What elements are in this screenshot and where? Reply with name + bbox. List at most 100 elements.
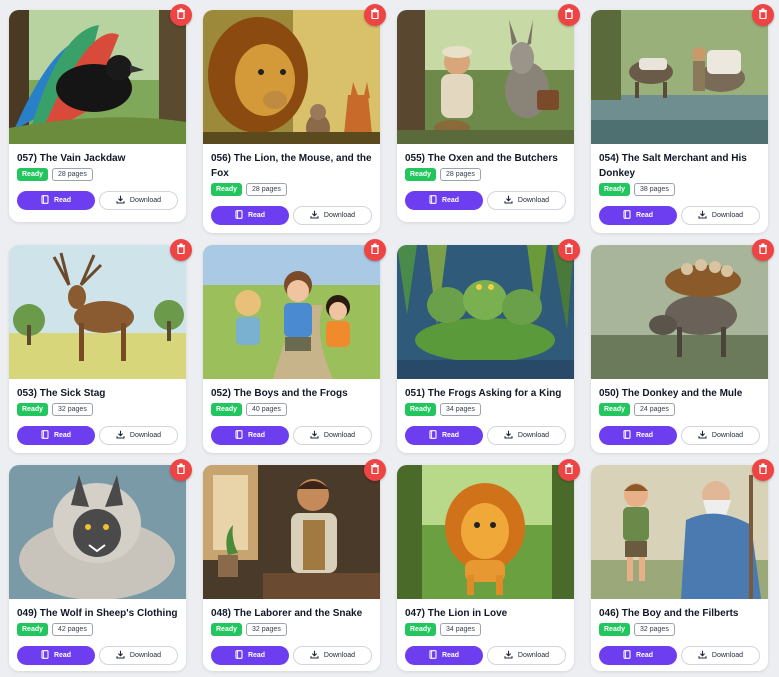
status-badge: Ready <box>405 403 437 416</box>
book-card: 054) The Salt Merchant and His Donkey Re… <box>591 4 774 233</box>
delete-button[interactable] <box>558 4 580 26</box>
read-button[interactable]: Read <box>599 646 677 665</box>
book-cover-image[interactable] <box>203 245 380 379</box>
download-button[interactable]: Download <box>293 646 372 665</box>
delete-button[interactable] <box>170 239 192 261</box>
read-button[interactable]: Read <box>17 646 95 665</box>
read-button[interactable]: Read <box>599 206 677 225</box>
trash-icon <box>176 241 186 259</box>
page-count: 28 pages <box>440 168 481 181</box>
trash-icon <box>370 6 380 24</box>
read-label: Read <box>53 432 72 439</box>
book-cover-image[interactable] <box>397 245 574 379</box>
status-badge: Ready <box>17 623 49 636</box>
page-count: 40 pages <box>246 403 287 416</box>
book-title: 047) The Lion in Love <box>405 608 508 619</box>
status-badge: Ready <box>17 403 49 416</box>
book-cover-image[interactable] <box>9 245 186 379</box>
book-title: 054) The Salt Merchant and His Donkey <box>599 153 747 179</box>
book-icon <box>235 430 243 441</box>
book-cover-image[interactable] <box>9 10 186 144</box>
page-count: 32 pages <box>246 623 287 636</box>
status-badge: Ready <box>211 403 243 416</box>
download-icon <box>116 195 125 206</box>
download-button[interactable]: Download <box>681 426 760 445</box>
book-cover-image[interactable] <box>203 10 380 144</box>
download-button[interactable]: Download <box>487 191 566 210</box>
read-label: Read <box>247 212 266 219</box>
download-button[interactable]: Download <box>681 646 760 665</box>
read-button[interactable]: Read <box>405 426 483 445</box>
book-card: 048) The Laborer and the Snake Ready 32 … <box>203 459 386 671</box>
book-icon <box>623 210 631 221</box>
read-button[interactable]: Read <box>211 206 289 225</box>
delete-button[interactable] <box>752 4 774 26</box>
book-card: 050) The Donkey and the Mule Ready 24 pa… <box>591 239 774 453</box>
download-button[interactable]: Download <box>487 646 566 665</box>
book-icon <box>429 430 437 441</box>
download-icon <box>310 650 319 661</box>
book-cover-image[interactable] <box>591 245 768 379</box>
delete-button[interactable] <box>558 459 580 481</box>
download-button[interactable]: Download <box>487 426 566 445</box>
download-icon <box>310 210 319 221</box>
book-icon <box>41 430 49 441</box>
delete-button[interactable] <box>752 459 774 481</box>
read-label: Read <box>635 212 654 219</box>
book-card: 051) The Frogs Asking for a King Ready 3… <box>397 239 580 453</box>
download-button[interactable]: Download <box>99 646 178 665</box>
download-label: Download <box>323 652 356 659</box>
page-count: 28 pages <box>246 183 287 196</box>
delete-button[interactable] <box>558 239 580 261</box>
download-label: Download <box>323 432 356 439</box>
read-button[interactable]: Read <box>17 426 95 445</box>
delete-button[interactable] <box>752 239 774 261</box>
book-card: 047) The Lion in Love Ready 34 pages Rea… <box>397 459 580 671</box>
book-cover-image[interactable] <box>9 465 186 599</box>
book-cover-image[interactable] <box>591 465 768 599</box>
book-cover-image[interactable] <box>591 10 768 144</box>
delete-button[interactable] <box>364 459 386 481</box>
read-label: Read <box>441 197 460 204</box>
book-card: 052) The Boys and the Frogs Ready 40 pag… <box>203 239 386 453</box>
download-icon <box>504 650 513 661</box>
trash-icon <box>564 461 574 479</box>
book-cover-image[interactable] <box>203 465 380 599</box>
book-icon <box>623 650 631 661</box>
download-button[interactable]: Download <box>681 206 760 225</box>
status-badge: Ready <box>211 623 243 636</box>
read-button[interactable]: Read <box>211 426 289 445</box>
read-button[interactable]: Read <box>405 646 483 665</box>
status-badge: Ready <box>599 403 631 416</box>
book-title: 050) The Donkey and the Mule <box>599 388 743 399</box>
download-button[interactable]: Download <box>99 426 178 445</box>
download-label: Download <box>517 652 550 659</box>
delete-button[interactable] <box>170 4 192 26</box>
download-icon <box>698 430 707 441</box>
delete-button[interactable] <box>170 459 192 481</box>
book-cover-image[interactable] <box>397 10 574 144</box>
download-button[interactable]: Download <box>293 426 372 445</box>
download-button[interactable]: Download <box>293 206 372 225</box>
download-label: Download <box>517 432 550 439</box>
read-label: Read <box>247 652 266 659</box>
book-title: 046) The Boy and the Filberts <box>599 608 739 619</box>
trash-icon <box>176 461 186 479</box>
read-button[interactable]: Read <box>17 191 95 210</box>
book-title: 056) The Lion, the Mouse, and the Fox <box>211 153 372 179</box>
book-title: 048) The Laborer and the Snake <box>211 608 363 619</box>
delete-button[interactable] <box>364 4 386 26</box>
read-button[interactable]: Read <box>405 191 483 210</box>
delete-button[interactable] <box>364 239 386 261</box>
read-label: Read <box>635 652 654 659</box>
read-label: Read <box>441 432 460 439</box>
read-button[interactable]: Read <box>599 426 677 445</box>
read-button[interactable]: Read <box>211 646 289 665</box>
book-cover-image[interactable] <box>397 465 574 599</box>
download-label: Download <box>323 212 356 219</box>
download-label: Download <box>129 652 162 659</box>
page-count: 32 pages <box>52 403 93 416</box>
book-card: 057) The Vain Jackdaw Ready 28 pages Rea… <box>9 4 192 222</box>
book-icon <box>429 195 437 206</box>
download-button[interactable]: Download <box>99 191 178 210</box>
